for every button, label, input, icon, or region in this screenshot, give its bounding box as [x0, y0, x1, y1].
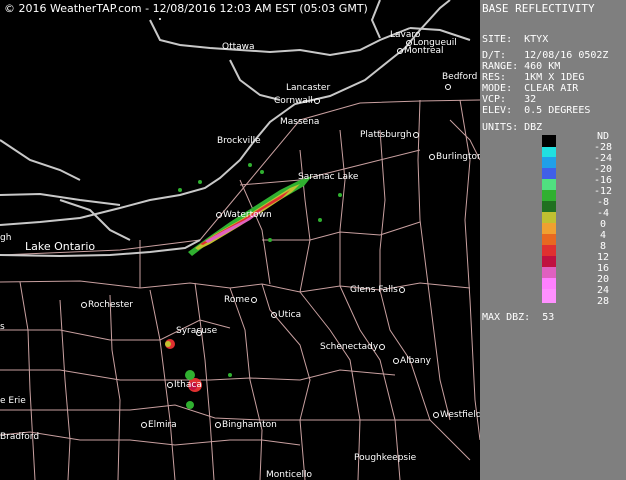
scale-label: 12: [596, 252, 610, 263]
resolution-line: RES: 1KM X 1DEG: [482, 72, 585, 83]
city-lancaster: Lancaster: [286, 83, 331, 93]
scale-label: -20: [593, 164, 613, 175]
mode-line: MODE: CLEAR AIR: [482, 83, 579, 94]
site-line: SITE: KTYX: [482, 34, 549, 45]
scale-label: 8: [599, 241, 607, 252]
city-westfield: Westfield: [432, 410, 482, 420]
units-line: UNITS: DBZ: [482, 122, 543, 133]
radar-returns: [165, 163, 342, 409]
city-rochester: Rochester: [80, 300, 133, 310]
scale-label: 28: [596, 296, 610, 307]
city-schenectady: Schenectady: [320, 342, 386, 352]
scale-label: 4: [599, 230, 607, 241]
city-cornwall: Cornwall: [274, 96, 321, 106]
city-brockville: Brockville: [217, 136, 261, 146]
city-bradford: Bradford: [0, 432, 40, 442]
city-binghamton: Binghamton: [214, 420, 277, 430]
city-bedford: Bedford: [442, 72, 478, 82]
city-albany: Albany: [392, 356, 431, 366]
elevation-line: ELEV: 0.5 DEGREES: [482, 105, 591, 116]
scale-label: 16: [596, 263, 610, 274]
timestamp-banner: © 2016 WeatherTAP.com - 12/08/2016 12:03…: [0, 0, 372, 18]
city-glens-falls: Glens Falls: [350, 285, 406, 295]
city-ottawa: Ottawa: [222, 42, 255, 52]
city-monticello: Monticello: [266, 470, 312, 480]
city-saranac-lake: Saranac Lake: [298, 172, 359, 182]
city-burlington: Burlington: [428, 152, 483, 162]
lake-ontario-label: Lake Ontario: [25, 240, 96, 253]
radar-map[interactable]: © 2016 WeatherTAP.com - 12/08/2016 12:03…: [0, 0, 483, 480]
scale-label: 0: [599, 219, 607, 230]
city-fragment-erie: e Erie: [0, 396, 26, 406]
city-fragment-s: s: [0, 322, 5, 332]
city-watertown: Watertown: [215, 210, 272, 220]
city-poughkeepsie: Poughkeepsie: [354, 453, 417, 463]
scale-label: -16: [593, 175, 613, 186]
international-border: [0, 99, 480, 256]
city-utica: Utica: [270, 310, 301, 320]
scale-label: -12: [593, 186, 613, 197]
city-massena: Massena: [280, 117, 320, 127]
scale-label: 24: [596, 285, 610, 296]
city-fragment-gh: gh: [0, 233, 12, 243]
product-title: BASE REFLECTIVITY: [482, 2, 595, 15]
scale-label: -8: [596, 197, 610, 208]
max-dbz-line: MAX DBZ: 53: [482, 312, 555, 323]
range-line: RANGE: 460 KM: [482, 61, 561, 72]
info-panel: BASE REFLECTIVITY SITE: KTYX D/T: 12/08/…: [480, 0, 626, 480]
scale-label: 20: [596, 274, 610, 285]
city-montreal: Montreal: [396, 46, 444, 56]
scale-label: -28: [593, 142, 613, 153]
scale-label: ND: [596, 131, 610, 142]
color-scale: [542, 135, 556, 305]
datetime-line: D/T: 12/08/16 0502Z: [482, 50, 609, 61]
scale-label: -4: [596, 208, 610, 219]
vcp-line: VCP: 32: [482, 94, 537, 105]
city-plattsburgh: Plattsburgh: [360, 130, 420, 140]
scale-label: -24: [593, 153, 613, 164]
marker-bedford: [444, 82, 452, 92]
city-ithaca: Ithaca: [166, 380, 202, 390]
marker-syracuse: [195, 328, 203, 338]
city-rome: Rome: [224, 295, 258, 305]
city-elmira: Elmira: [140, 420, 177, 430]
